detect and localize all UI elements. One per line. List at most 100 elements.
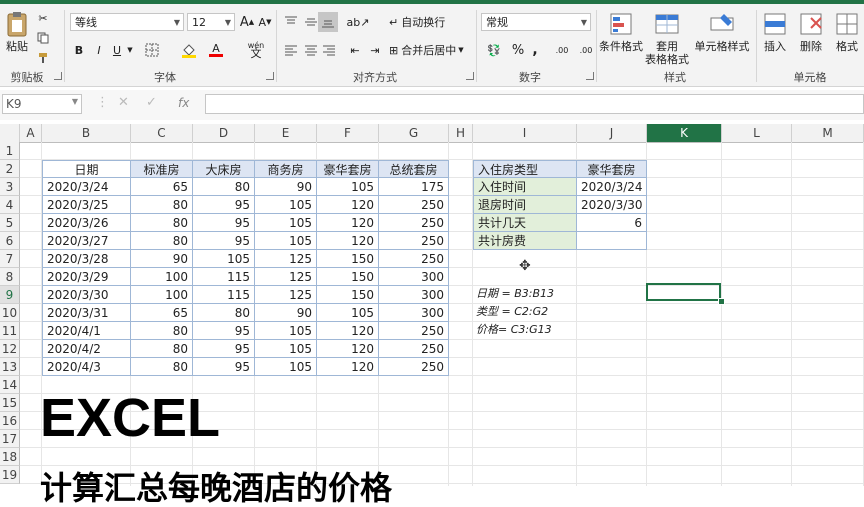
price-cell[interactable]: 300 [379, 286, 449, 304]
price-cell[interactable]: 250 [379, 196, 449, 214]
italic-button[interactable]: I [92, 40, 106, 60]
font-launcher-icon[interactable] [266, 72, 274, 80]
underline-button[interactable]: U [110, 40, 124, 60]
booking-label-cell[interactable]: 退房时间 [473, 196, 577, 214]
date-cell[interactable]: 2020/3/25 [42, 196, 131, 214]
column-header[interactable]: I [473, 124, 577, 142]
booking-label-cell[interactable]: 共计几天 [473, 214, 577, 232]
price-cell[interactable]: 125 [255, 268, 317, 286]
format-button[interactable]: 格式 [832, 10, 862, 53]
row-header[interactable]: 1 [0, 142, 20, 160]
row-header[interactable]: 18 [0, 448, 20, 466]
column-header[interactable]: H [449, 124, 473, 142]
grow-font-button[interactable]: A ▲ [240, 12, 254, 32]
decrease-decimal-button[interactable]: .00 [576, 40, 596, 60]
price-cell[interactable]: 95 [193, 340, 255, 358]
date-cell[interactable]: 2020/3/26 [42, 214, 131, 232]
align-bottom-button[interactable] [318, 12, 338, 32]
price-cell[interactable]: 120 [317, 340, 379, 358]
copy-button[interactable] [36, 28, 50, 48]
booking-label-cell[interactable]: 入住时间 [473, 178, 577, 196]
column-header[interactable]: F [317, 124, 379, 142]
formula-input[interactable] [205, 94, 864, 114]
row-header[interactable]: 19 [0, 466, 20, 484]
table-header-cell[interactable]: 日期 [42, 160, 131, 178]
row-header[interactable]: 10 [0, 304, 20, 322]
price-cell[interactable]: 100 [131, 268, 193, 286]
font-name-combo[interactable]: 等线 ▼ [70, 13, 184, 31]
alignment-launcher-icon[interactable] [466, 72, 474, 80]
align-right-button[interactable] [320, 40, 338, 60]
accounting-button[interactable]: 💱 [482, 40, 506, 60]
merge-center-button[interactable]: ⊞ 合并后居中 ▼ [389, 40, 469, 60]
date-cell[interactable]: 2020/4/2 [42, 340, 131, 358]
border-button[interactable] [143, 40, 161, 60]
column-header[interactable]: G [379, 124, 449, 142]
table-header-cell[interactable]: 商务房 [255, 160, 317, 178]
price-cell[interactable]: 95 [193, 358, 255, 376]
wrap-text-button[interactable]: ↵ 自动换行 [389, 12, 459, 32]
fill-handle[interactable] [718, 298, 725, 305]
font-size-combo[interactable]: 12 ▼ [187, 13, 235, 31]
paste-button[interactable]: 粘贴 [2, 10, 32, 53]
conditional-format-button[interactable]: 条件格式 [598, 10, 644, 53]
cut-button[interactable]: ✂ [36, 8, 50, 28]
price-cell[interactable]: 80 [131, 358, 193, 376]
delete-button[interactable]: 删除 [796, 10, 826, 53]
price-cell[interactable]: 120 [317, 196, 379, 214]
price-cell[interactable]: 150 [317, 268, 379, 286]
price-cell[interactable]: 175 [379, 178, 449, 196]
price-cell[interactable]: 250 [379, 340, 449, 358]
font-color-button[interactable]: A [208, 40, 224, 60]
row-header[interactable]: 6 [0, 232, 20, 250]
underline-dropdown[interactable]: ▼ [126, 40, 134, 60]
price-cell[interactable]: 80 [131, 214, 193, 232]
column-header[interactable]: C [131, 124, 193, 142]
row-header[interactable]: 7 [0, 250, 20, 268]
price-cell[interactable]: 105 [255, 214, 317, 232]
price-cell[interactable]: 90 [255, 304, 317, 322]
enter-icon[interactable]: ✓ [146, 95, 157, 110]
fill-color-button[interactable] [180, 40, 198, 60]
price-cell[interactable]: 95 [193, 322, 255, 340]
price-cell[interactable]: 125 [255, 286, 317, 304]
price-cell[interactable]: 250 [379, 250, 449, 268]
clipboard-launcher-icon[interactable] [54, 72, 62, 80]
align-top-button[interactable] [282, 12, 300, 32]
booking-value-cell[interactable]: 2020/3/24 [577, 178, 647, 196]
row-header[interactable]: 16 [0, 412, 20, 430]
price-cell[interactable]: 105 [255, 322, 317, 340]
format-painter-button[interactable] [36, 48, 50, 68]
price-cell[interactable]: 100 [131, 286, 193, 304]
insert-function-button[interactable]: fx [178, 96, 189, 110]
row-header[interactable]: 4 [0, 196, 20, 214]
row-header[interactable]: 15 [0, 394, 20, 412]
column-header[interactable]: L [722, 124, 792, 142]
price-cell[interactable]: 115 [193, 286, 255, 304]
price-cell[interactable]: 105 [317, 178, 379, 196]
name-box[interactable]: K9 ▼ [2, 94, 82, 114]
price-cell[interactable]: 120 [317, 232, 379, 250]
booking-label-cell[interactable]: 共计房费 [473, 232, 577, 250]
price-cell[interactable]: 150 [317, 286, 379, 304]
date-cell[interactable]: 2020/3/27 [42, 232, 131, 250]
row-header[interactable]: 12 [0, 340, 20, 358]
price-cell[interactable]: 80 [131, 322, 193, 340]
price-cell[interactable]: 250 [379, 358, 449, 376]
comma-button[interactable]: , [528, 40, 542, 60]
format-as-table-button[interactable]: 套用 表格格式 [644, 10, 690, 66]
align-center-button[interactable] [302, 40, 320, 60]
decrease-indent-button[interactable]: ⇤ [346, 40, 364, 60]
price-cell[interactable]: 90 [255, 178, 317, 196]
row-header[interactable]: 8 [0, 268, 20, 286]
price-cell[interactable]: 105 [317, 304, 379, 322]
percent-button[interactable]: % [510, 40, 526, 60]
price-cell[interactable]: 95 [193, 232, 255, 250]
select-all-corner[interactable] [0, 124, 20, 142]
price-cell[interactable]: 150 [317, 250, 379, 268]
table-header-cell[interactable]: 大床房 [193, 160, 255, 178]
price-cell[interactable]: 80 [131, 196, 193, 214]
bold-button[interactable]: B [72, 40, 86, 60]
price-cell[interactable]: 105 [255, 340, 317, 358]
phonetic-button[interactable]: wén 文 [246, 40, 266, 60]
